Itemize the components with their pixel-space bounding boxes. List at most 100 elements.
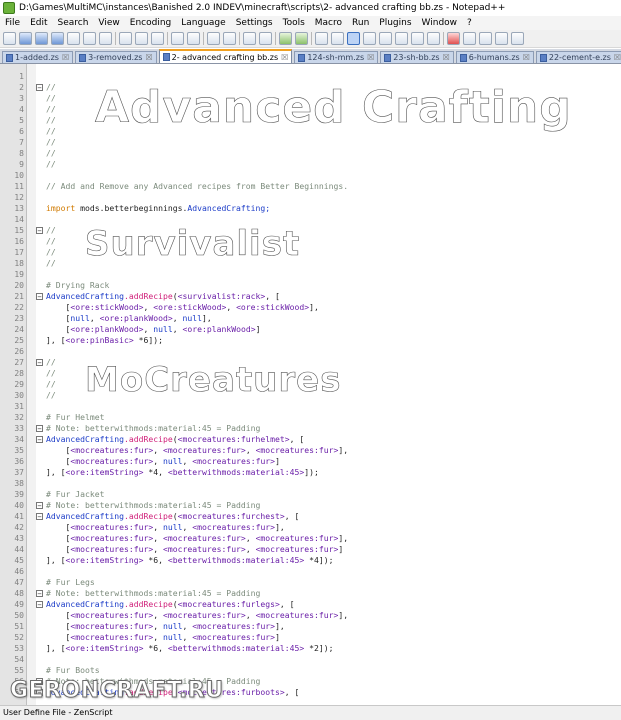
zoom-out-icon[interactable] [259,32,272,45]
code-line[interactable]: 32 # Fur Helmet [0,412,621,423]
code-line[interactable]: 37], [<ore:itemString> *4, <betterwithmo… [0,467,621,478]
fold-toggle-icon[interactable]: − [36,84,43,92]
undo-icon[interactable] [171,32,184,45]
code-line[interactable]: 55 # Fur Boots [0,665,621,676]
redo-icon[interactable] [187,32,200,45]
monitoring-icon[interactable] [427,32,440,45]
code-line[interactable]: 36 [<mocreatures:fur>, null, <mocreature… [0,456,621,467]
fold-toggle-icon[interactable]: − [36,590,43,598]
sync-vertical-icon[interactable] [279,32,292,45]
code-line[interactable]: 45], [<ore:itemString> *6, <betterwithmo… [0,555,621,566]
code-line[interactable]: 38 [0,478,621,489]
print-icon[interactable] [99,32,112,45]
paste-icon[interactable] [151,32,164,45]
menu-settings[interactable]: Settings [231,18,278,28]
code-line[interactable]: 33 − # Note: betterwithmods:material:45 = … [0,423,621,434]
close-all-icon[interactable] [83,32,96,45]
function-list-icon[interactable] [395,32,408,45]
tab-6-humans[interactable]: 6-humans.zs ☒ [455,51,534,63]
code-line[interactable]: 54 [0,654,621,665]
menu-edit[interactable]: Edit [25,18,52,28]
document-map-icon[interactable] [379,32,392,45]
code-line[interactable]: 12 [0,192,621,203]
tab-22-cement-e[interactable]: 22-cement-e.zs ☒ [535,51,621,63]
code-line[interactable]: 13 import mods.betterbeginnings.AdvancedC… [0,203,621,214]
code-line[interactable]: 44 [<mocreatures:fur>, <mocreatures:fur>… [0,544,621,555]
save-icon[interactable] [35,32,48,45]
code-line[interactable]: 53], [<ore:itemString> *6, <betterwithmo… [0,643,621,654]
replace-icon[interactable] [223,32,236,45]
menu-window[interactable]: Window [417,18,463,28]
folder-as-workspace-icon[interactable] [411,32,424,45]
code-line[interactable]: 48 − # Note: betterwithmods:material:45 = … [0,588,621,599]
close-file-icon[interactable] [67,32,80,45]
close-icon[interactable]: ☒ [443,53,450,62]
fold-toggle-icon[interactable]: − [36,425,43,433]
new-file-icon[interactable] [3,32,16,45]
code-line[interactable]: 31 [0,401,621,412]
code-line[interactable]: 20 # Drying Rack [0,280,621,291]
code-line[interactable]: 40 − # Note: betterwithmods:material:45 = … [0,500,621,511]
user-defined-language-icon[interactable] [363,32,376,45]
code-line[interactable]: 41 − AdvancedCrafting.addRecipe(<mocreatur… [0,511,621,522]
record-macro-icon[interactable] [447,32,460,45]
save-macro-icon[interactable] [511,32,524,45]
code-line[interactable]: 21 − AdvancedCrafting.addRecipe(<survivali… [0,291,621,302]
code-line[interactable]: 49 − AdvancedCrafting.addRecipe(<mocreatur… [0,599,621,610]
fold-toggle-icon[interactable]: − [36,436,43,444]
code-line[interactable]: 22 [<ore:stickWood>, <ore:stickWood>, <o… [0,302,621,313]
code-line[interactable]: 8 // [0,148,621,159]
code-line[interactable]: 34 − AdvancedCrafting.addRecipe(<mocreatur… [0,434,621,445]
close-icon[interactable]: ☒ [145,53,152,62]
menu-language[interactable]: Language [176,18,230,28]
code-line[interactable]: 50 [<mocreatures:fur>, <mocreatures:fur>… [0,610,621,621]
menu-encoding[interactable]: Encoding [125,18,176,28]
sync-horizontal-icon[interactable] [295,32,308,45]
menu-help[interactable]: ? [462,18,477,28]
menu-plugins[interactable]: Plugins [374,18,416,28]
tab-1-added[interactable]: 1-added.zs ☒ [2,51,74,63]
code-line[interactable]: 25], [<ore:pinBasic> *6]); [0,335,621,346]
code-line[interactable]: 26 [0,346,621,357]
code-line[interactable]: 43 [<mocreatures:fur>, <mocreatures:fur>… [0,533,621,544]
code-line[interactable]: 42 [<mocreatures:fur>, null, <mocreature… [0,522,621,533]
code-line[interactable]: 51 [<mocreatures:fur>, null, <mocreature… [0,621,621,632]
tab-3-removed[interactable]: 3-removed.zs ☒ [75,51,157,63]
menu-run[interactable]: Run [347,18,374,28]
fold-toggle-icon[interactable]: − [36,502,43,510]
code-line[interactable]: 19 [0,269,621,280]
menu-view[interactable]: View [93,18,124,28]
code-line[interactable]: 24 [<ore:plankWood>, null, <ore:plankWoo… [0,324,621,335]
open-file-icon[interactable] [19,32,32,45]
fold-toggle-icon[interactable]: − [36,359,43,367]
tab-23-sh-bb[interactable]: 23-sh-bb.zs ☒ [380,51,454,63]
code-line[interactable]: 23 [null, <ore:plankWood>, null], [0,313,621,324]
close-icon[interactable]: ☒ [62,53,69,62]
close-icon[interactable]: ☒ [367,53,374,62]
menu-macro[interactable]: Macro [310,18,347,28]
copy-icon[interactable] [135,32,148,45]
tab-2-advanced-crafting[interactable]: 2- advanced crafting bb.zs ☒ [158,49,293,63]
code-line[interactable]: 10 [0,170,621,181]
menu-tools[interactable]: Tools [278,18,310,28]
indent-guide-icon[interactable] [347,32,360,45]
fold-toggle-icon[interactable]: − [36,293,43,301]
code-line[interactable]: 9 // [0,159,621,170]
code-line[interactable]: 52 [<mocreatures:fur>, null, <mocreature… [0,632,621,643]
code-line[interactable]: 47 # Fur Legs [0,577,621,588]
stop-macro-icon[interactable] [463,32,476,45]
fold-toggle-icon[interactable]: − [36,601,43,609]
code-line[interactable]: 35 [<mocreatures:fur>, <mocreatures:fur>… [0,445,621,456]
tab-124-sh-mm[interactable]: 124-sh-mm.zs ☒ [294,51,379,63]
code-line[interactable]: 11 // Add and Remove any Advanced recipes… [0,181,621,192]
play-macro-multiple-icon[interactable] [495,32,508,45]
zoom-in-icon[interactable] [243,32,256,45]
code-editor[interactable]: 1 2−//3//4//5//6//7//8//9//10 11// Add and… [0,64,621,705]
menu-search[interactable]: Search [53,18,94,28]
save-all-icon[interactable] [51,32,64,45]
find-icon[interactable] [207,32,220,45]
fold-toggle-icon[interactable]: − [36,513,43,521]
code-line[interactable]: 39 # Fur Jacket [0,489,621,500]
play-macro-icon[interactable] [479,32,492,45]
close-icon[interactable]: ☒ [523,53,530,62]
